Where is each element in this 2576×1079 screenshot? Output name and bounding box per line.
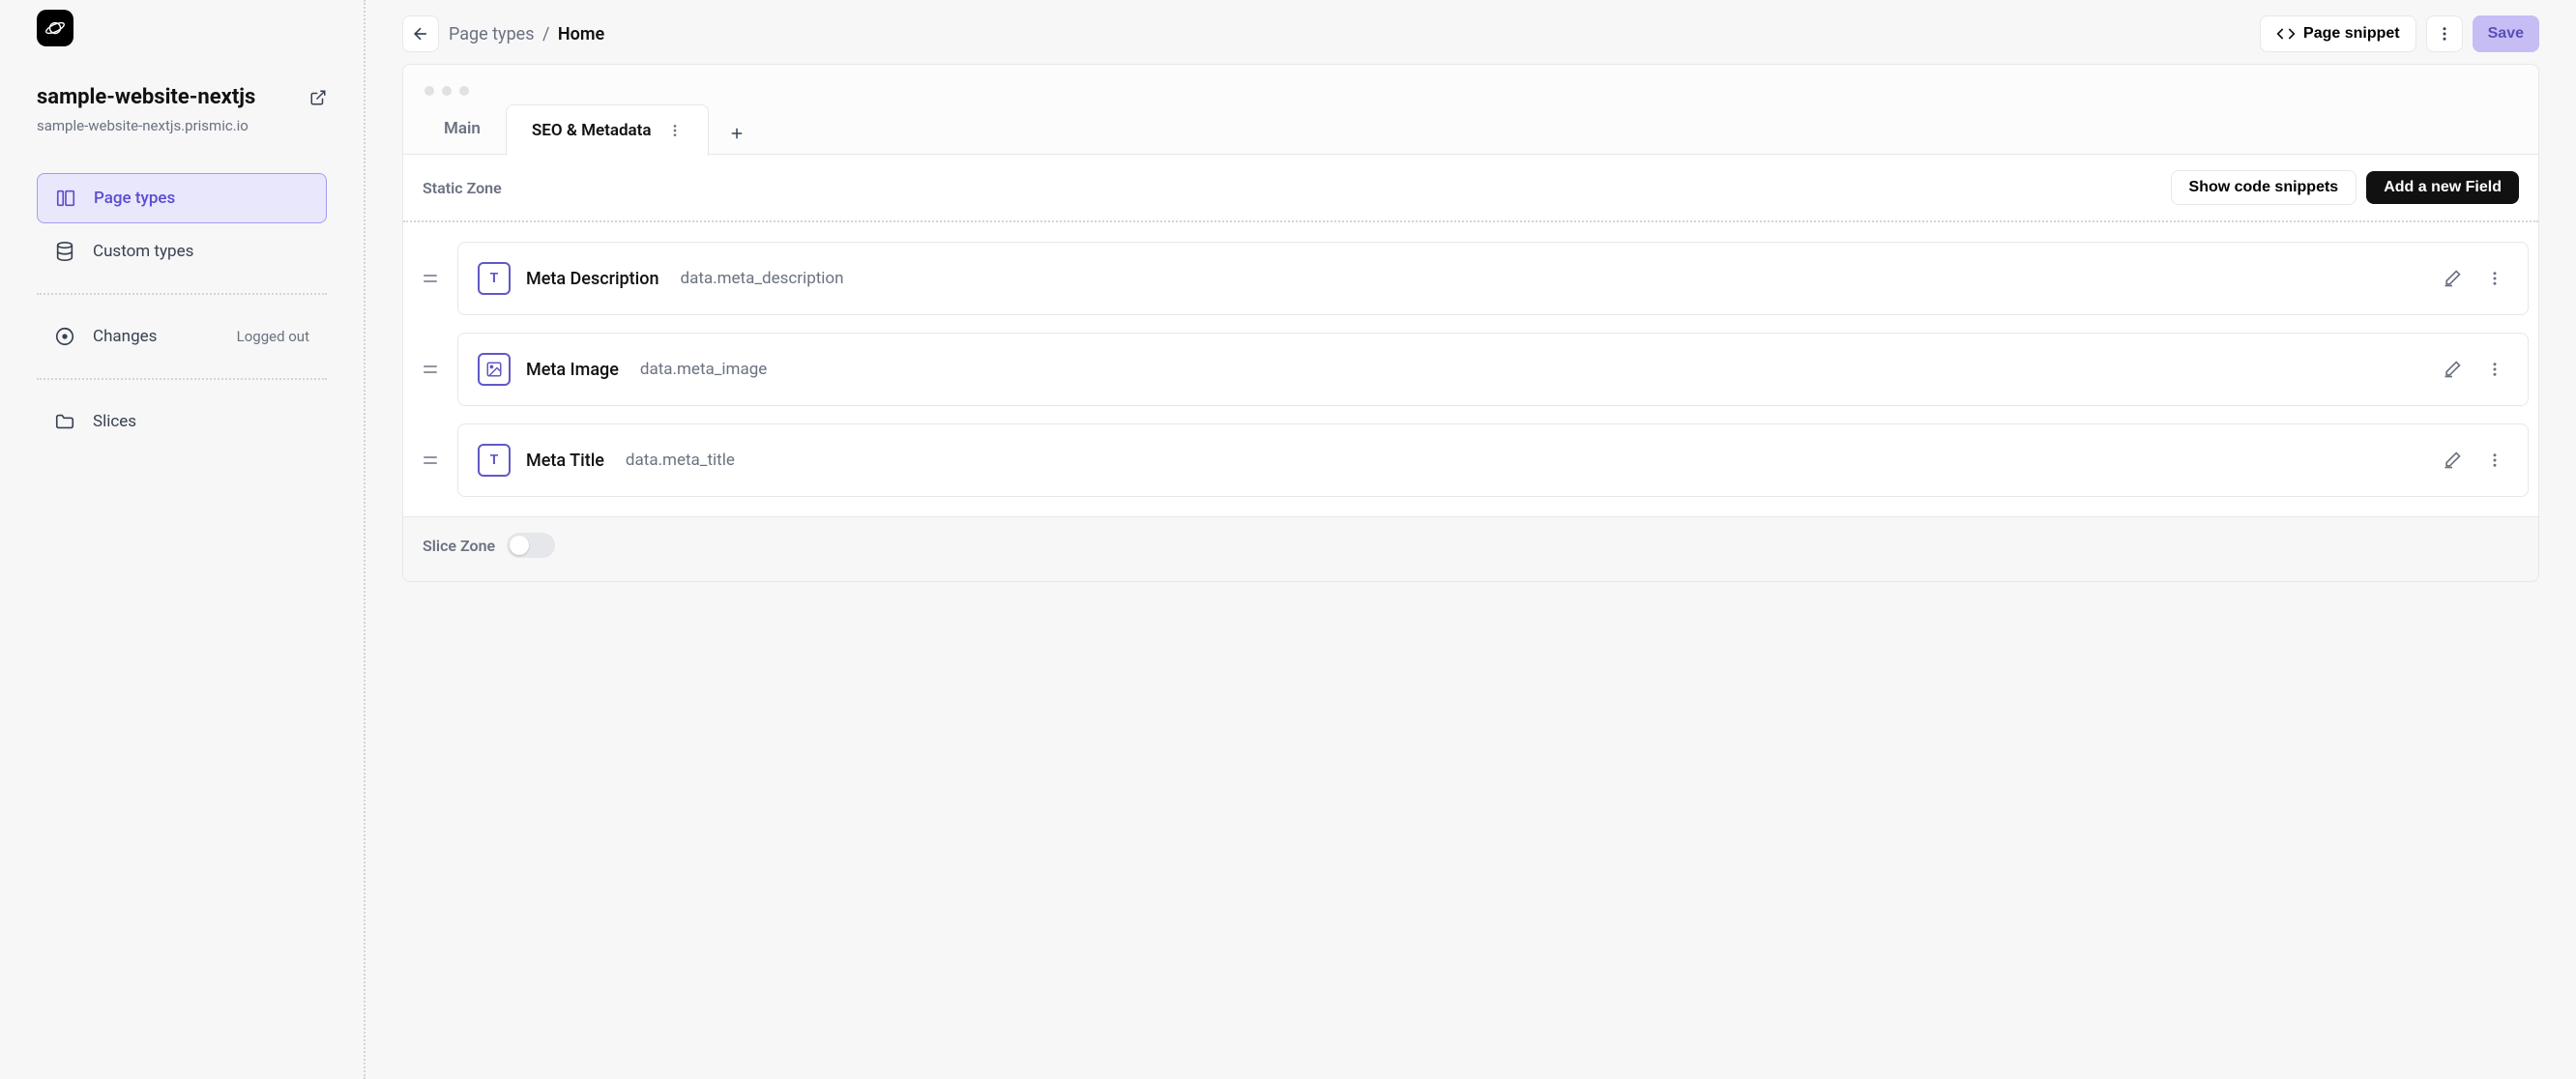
nav-list: Page types Custom types	[37, 173, 327, 446]
dots-vertical-icon	[2486, 270, 2503, 287]
plus-icon	[728, 125, 746, 142]
field-path: data.meta_description	[681, 269, 844, 288]
field-card[interactable]: T Meta Title data.meta_title	[457, 423, 2529, 497]
edit-field-button[interactable]	[2439, 360, 2466, 379]
nav-label: Changes	[93, 327, 157, 346]
text-field-icon: T	[478, 444, 511, 477]
target-icon	[54, 326, 75, 347]
tab-main[interactable]: Main	[419, 103, 506, 154]
database-icon	[54, 241, 75, 262]
image-field-icon	[478, 353, 511, 386]
nav-label: Custom types	[93, 242, 193, 261]
changes-status: Logged out	[237, 328, 309, 345]
header-more-button[interactable]	[2426, 15, 2463, 52]
project-url: sample-website-nextjs.prismic.io	[37, 117, 327, 134]
field-card[interactable]: T Meta Description data.meta_description	[457, 242, 2529, 315]
sidebar: sample-website-nextjs sample-website-nex…	[0, 0, 366, 1079]
drag-handle[interactable]	[413, 452, 448, 469]
drag-handle[interactable]	[413, 361, 448, 378]
nav-label: Page types	[94, 189, 175, 208]
dots-vertical-icon	[2436, 25, 2453, 43]
drag-icon	[422, 452, 439, 469]
tab-more-button[interactable]	[667, 123, 683, 138]
save-button[interactable]: Save	[2473, 15, 2539, 52]
main-header: Page types / Home Page snippet Save	[402, 8, 2539, 64]
field-path: data.meta_image	[640, 360, 767, 379]
project-name: sample-website-nextjs	[37, 85, 255, 109]
breadcrumb-current: Home	[558, 24, 604, 44]
toggle-knob	[510, 536, 529, 555]
slice-zone-toggle[interactable]	[507, 533, 555, 558]
folder-icon	[54, 411, 75, 432]
static-zone: Static Zone Show code snippets Add a new…	[403, 155, 2538, 516]
external-link-icon[interactable]	[309, 89, 327, 106]
dots-vertical-icon	[2486, 452, 2503, 469]
pencil-icon	[2443, 451, 2462, 470]
zone-title: Static Zone	[423, 179, 502, 197]
window-traffic-lights	[403, 65, 2538, 103]
fields-list: T Meta Description data.meta_description	[403, 222, 2538, 516]
pencil-icon	[2443, 360, 2462, 379]
slice-zone-title: Slice Zone	[423, 537, 495, 555]
text-field-icon: T	[478, 262, 511, 295]
add-new-field-button[interactable]: Add a new Field	[2366, 171, 2519, 204]
field-more-button[interactable]	[2481, 361, 2508, 378]
slice-zone: Slice Zone	[403, 516, 2538, 581]
main-content: Page types / Home Page snippet Save	[366, 0, 2576, 1079]
field-row: T Meta Title data.meta_title	[413, 423, 2529, 497]
nav-separator	[37, 293, 327, 295]
edit-field-button[interactable]	[2439, 269, 2466, 288]
dots-vertical-icon	[667, 123, 683, 138]
editor-card: Main SEO & Metadata	[402, 64, 2539, 582]
back-button[interactable]	[402, 15, 439, 52]
arrow-left-icon	[411, 24, 430, 44]
field-more-button[interactable]	[2481, 270, 2508, 287]
sidebar-item-changes[interactable]: Changes Logged out	[37, 312, 327, 361]
breadcrumb-parent[interactable]: Page types	[449, 24, 535, 44]
page-types-icon	[55, 188, 76, 209]
drag-handle[interactable]	[413, 270, 448, 287]
logo[interactable]	[37, 10, 73, 46]
nav-label: Slices	[93, 412, 136, 431]
dots-vertical-icon	[2486, 361, 2503, 378]
field-row: T Meta Description data.meta_description	[413, 242, 2529, 315]
pencil-icon	[2443, 269, 2462, 288]
field-name: Meta Title	[526, 451, 604, 471]
field-card[interactable]: Meta Image data.meta_image	[457, 333, 2529, 406]
breadcrumb: Page types / Home	[449, 24, 604, 44]
sidebar-item-page-types[interactable]: Page types	[37, 173, 327, 223]
sidebar-item-slices[interactable]: Slices	[37, 397, 327, 446]
add-tab-button[interactable]	[709, 113, 765, 154]
show-code-snippets-button[interactable]: Show code snippets	[2171, 170, 2357, 205]
code-icon	[2276, 24, 2296, 44]
field-row: Meta Image data.meta_image	[413, 333, 2529, 406]
field-path: data.meta_title	[626, 451, 735, 470]
field-name: Meta Image	[526, 360, 619, 380]
drag-icon	[422, 361, 439, 378]
field-more-button[interactable]	[2481, 452, 2508, 469]
planet-icon	[44, 17, 66, 39]
drag-icon	[422, 270, 439, 287]
field-name: Meta Description	[526, 269, 659, 289]
page-snippet-button[interactable]: Page snippet	[2260, 15, 2416, 52]
tab-seo-metadata[interactable]: SEO & Metadata	[506, 104, 709, 156]
nav-separator	[37, 378, 327, 380]
edit-field-button[interactable]	[2439, 451, 2466, 470]
sidebar-item-custom-types[interactable]: Custom types	[37, 227, 327, 276]
tabs: Main SEO & Metadata	[403, 103, 2538, 155]
